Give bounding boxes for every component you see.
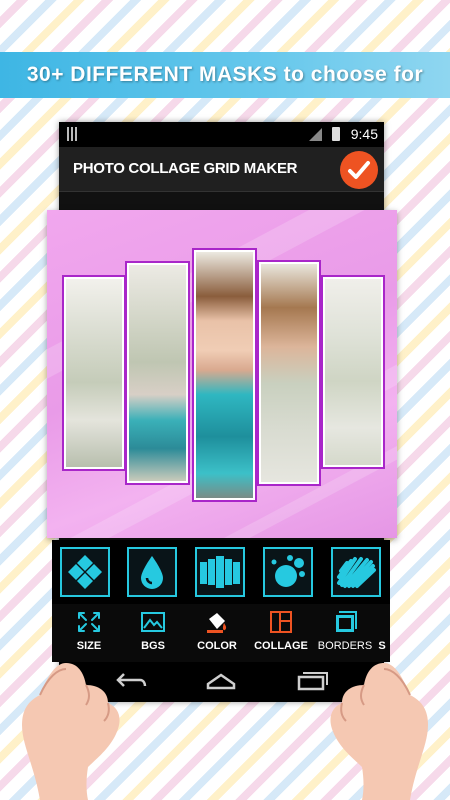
bubbles-icon (271, 555, 305, 587)
mask-selector (52, 540, 390, 604)
collage-canvas[interactable] (47, 210, 397, 538)
drop-icon (141, 556, 163, 589)
resize-arrows-icon (78, 612, 100, 632)
border-frame-icon (336, 611, 357, 632)
collage-strip-3-portrait[interactable] (192, 248, 257, 502)
bottom-menu: SIZE BGS COLOR COLLAGE BORDERS S (52, 604, 390, 662)
status-time: 9:45 (350, 126, 378, 142)
signal-icon (309, 128, 322, 141)
status-bar: 9:45 (59, 122, 384, 147)
scribble-icon (337, 557, 376, 588)
menu-collage-label: COLLAGE (254, 640, 308, 652)
battery-icon (332, 127, 340, 141)
menu-bgs[interactable]: BGS (122, 610, 184, 652)
menu-borders[interactable]: BORDERS (314, 610, 376, 652)
image-icon (141, 612, 165, 632)
notification-icon (67, 127, 79, 141)
collage-strip-2[interactable] (125, 261, 190, 485)
checkmark-icon (348, 161, 370, 179)
mask-scribble[interactable] (331, 547, 381, 597)
collage-strip-1[interactable] (62, 275, 126, 471)
menu-partial-label: S (378, 640, 386, 652)
menu-partial-item[interactable]: S (372, 610, 390, 652)
confirm-button[interactable] (340, 151, 378, 189)
home-icon[interactable] (204, 670, 238, 692)
menu-color-label: COLOR (197, 640, 237, 652)
right-hand-illustration (330, 663, 428, 800)
menu-color[interactable]: COLOR (186, 610, 248, 652)
vertical-strips-icon (200, 556, 240, 588)
collage-strip-4[interactable] (257, 260, 321, 486)
promo-banner-text: 30+ DIFFERENT MASKS to choose for (26, 63, 424, 86)
mask-diamond-grid[interactable] (60, 547, 110, 597)
left-hand-illustration (22, 663, 120, 800)
diamond-grid-icon (68, 555, 102, 589)
mask-vertical-strips[interactable] (195, 547, 245, 597)
app-title: PHOTO COLLAGE GRID MAKER (73, 160, 298, 177)
menu-size[interactable]: SIZE (58, 610, 120, 652)
menu-collage[interactable]: COLLAGE (250, 610, 312, 652)
menu-borders-label: BORDERS (317, 640, 373, 652)
app-toolbar: PHOTO COLLAGE GRID MAKER (59, 147, 384, 192)
menu-bgs-label: BGS (141, 640, 165, 652)
menu-size-label: SIZE (76, 640, 102, 652)
collage-strip-5[interactable] (321, 275, 385, 469)
promo-banner: 30+ DIFFERENT MASKS to choose for (0, 52, 450, 98)
mask-drop[interactable] (127, 547, 177, 597)
mask-bubbles[interactable] (263, 547, 313, 597)
layout-grid-icon (270, 611, 292, 633)
paint-bucket-icon (207, 613, 227, 633)
